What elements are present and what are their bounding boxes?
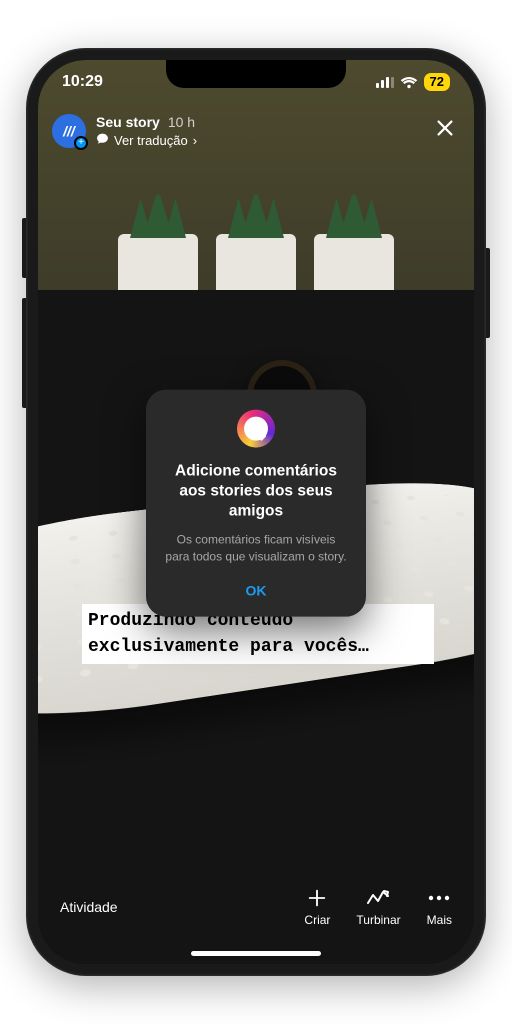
plus-icon <box>306 887 328 909</box>
status-time: 10:29 <box>62 73 103 91</box>
add-story-icon[interactable]: + <box>74 136 88 150</box>
status-right: 72 <box>376 73 450 91</box>
battery-badge: 72 <box>424 73 450 91</box>
more-button[interactable]: Mais <box>427 887 452 927</box>
more-icon <box>428 887 450 909</box>
avatar[interactable]: /// + <box>52 114 86 148</box>
activity-button[interactable]: Atividade <box>60 899 118 915</box>
chat-icon <box>96 132 109 148</box>
boost-label: Turbinar <box>356 913 400 927</box>
phone-frame: 10:29 72 /// + Seu story <box>26 48 486 976</box>
story-header: /// + Seu story 10 h Ver tradução › <box>52 114 460 148</box>
translate-label: Ver tradução <box>114 133 188 148</box>
wifi-icon <box>400 76 418 89</box>
comments-intro-modal: Adicione comentários aos stories dos seu… <box>146 390 366 617</box>
modal-ok-button[interactable]: OK <box>164 578 348 602</box>
story-time: 10 h <box>168 114 195 130</box>
close-button[interactable] <box>430 114 460 146</box>
more-label: Mais <box>427 913 452 927</box>
boost-icon <box>366 887 392 909</box>
boost-button[interactable]: Turbinar <box>356 887 400 927</box>
story-bottom-bar: Atividade Criar Turbinar <box>38 872 474 942</box>
cellular-icon <box>376 76 394 88</box>
notch <box>166 60 346 88</box>
story-title[interactable]: Seu story <box>96 114 160 130</box>
comment-gradient-icon <box>237 410 275 448</box>
translate-link[interactable]: Ver tradução › <box>96 132 197 148</box>
chevron-right-icon: › <box>193 133 197 148</box>
modal-body: Os comentários ficam visíveis para todos… <box>164 532 348 564</box>
modal-title: Adicione comentários aos stories dos seu… <box>164 462 348 522</box>
home-indicator[interactable] <box>191 951 321 956</box>
screen: 10:29 72 /// + Seu story <box>38 60 474 964</box>
create-button[interactable]: Criar <box>304 887 330 927</box>
create-label: Criar <box>304 913 330 927</box>
